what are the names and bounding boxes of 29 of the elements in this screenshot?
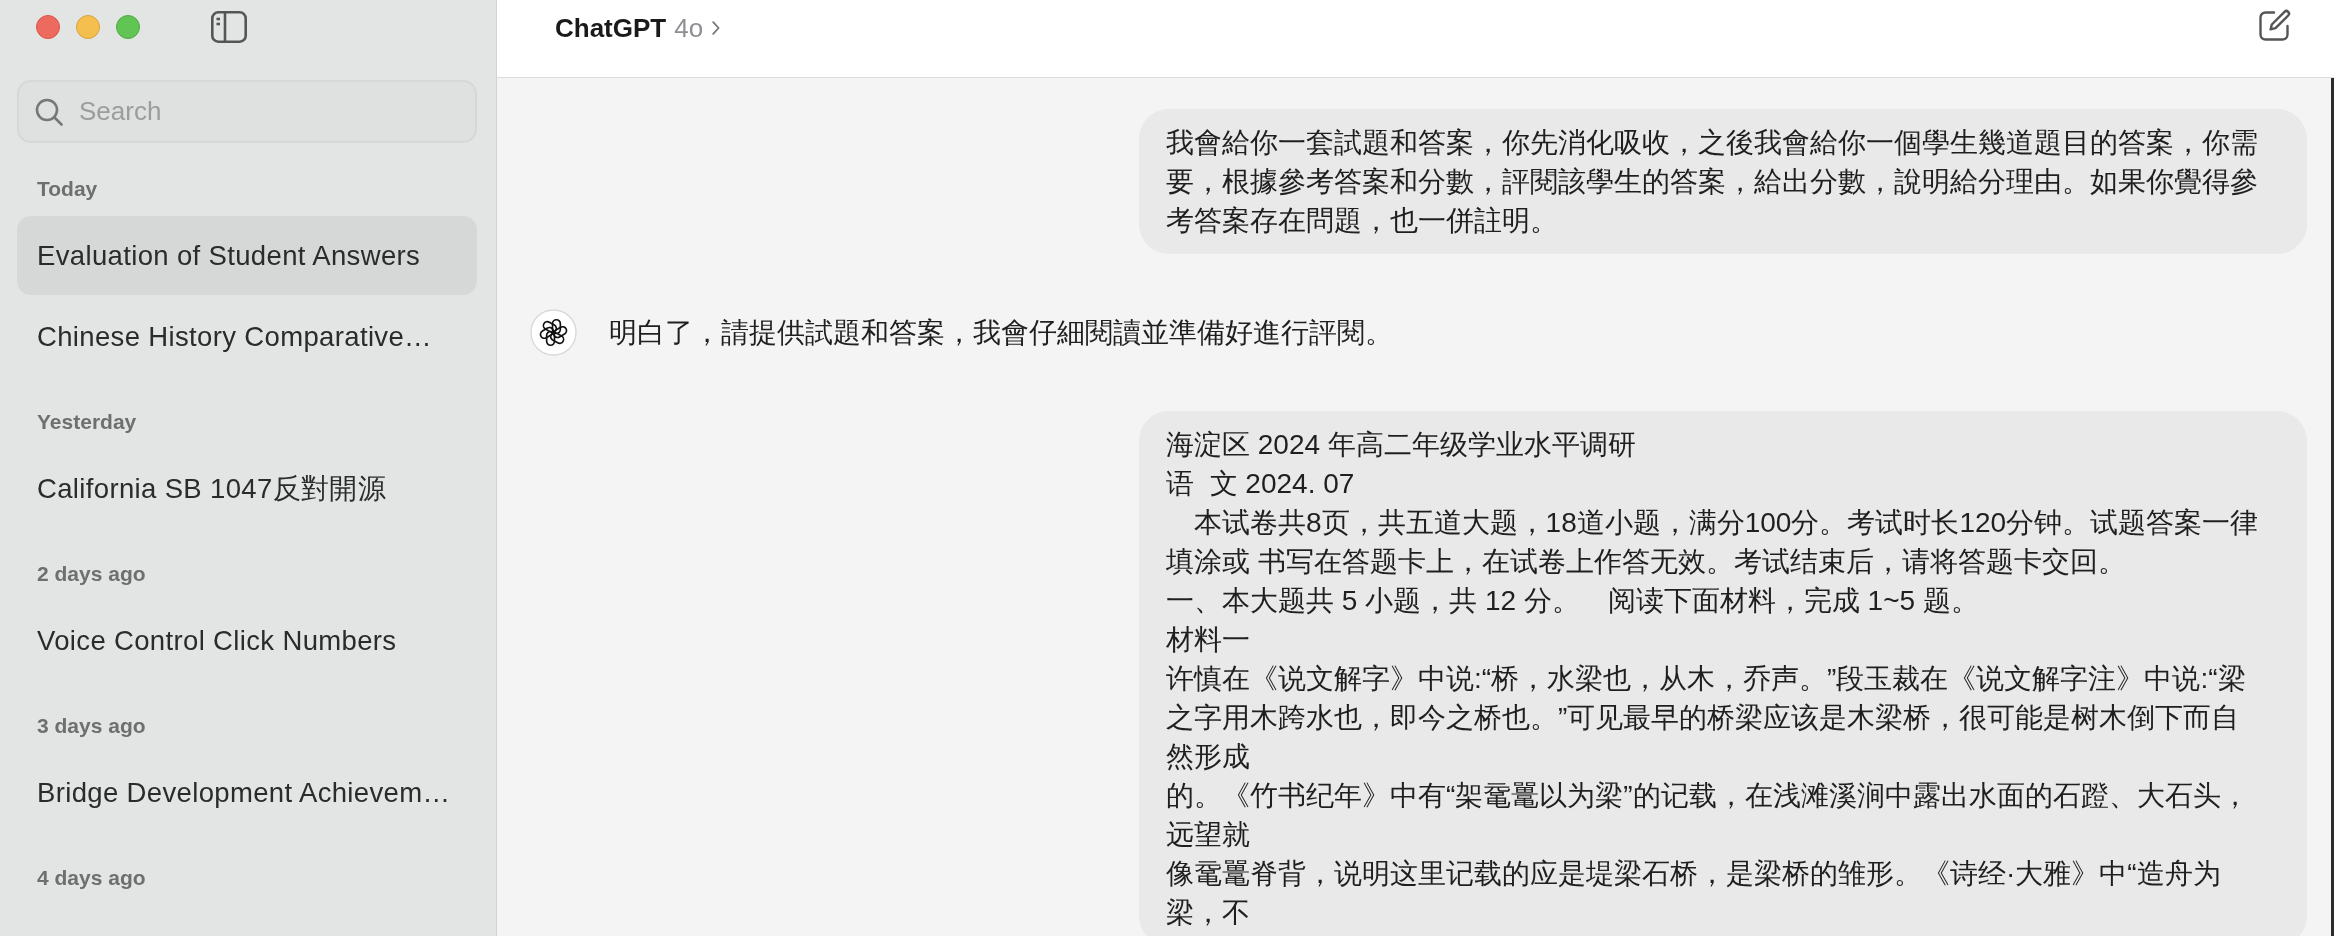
conversation-item[interactable]: Chinese History Comparative… xyxy=(17,297,477,376)
conversation-item[interactable]: California SB 1047反對開源 xyxy=(17,449,477,528)
message-text: 海淀区 2024 年高二年级学业水平调研 xyxy=(1166,428,1637,462)
section-heading: 3 days ago xyxy=(36,713,147,739)
search-icon xyxy=(35,98,63,126)
section-heading: 2 days ago xyxy=(36,561,147,587)
message-text: 材料一 xyxy=(1166,623,1251,657)
message-text: 语 文 2024. 07 xyxy=(1166,467,1356,501)
fullscreen-icon[interactable] xyxy=(116,15,140,39)
conversation-item[interactable]: Voice Control Click Numbers xyxy=(17,601,477,680)
message-text: 许慎在《说文解字》中说:“桥，水梁也，从木，乔声。”段玉裁在《说文解字注》中说:“梁 之字用木跨水也，即今之桥也。”可见最早的桥梁应该是木梁桥，很可能是树木倒下而自 然形成 xyxy=(1166,662,2247,774)
chat-title[interactable]: ChatGPT xyxy=(555,10,667,46)
message-text: 一、本大题共 5 小题，共 12 分。 阅读下面材料，完成 1~5 题。 xyxy=(1166,584,1980,618)
conversation-item[interactable]: Evaluation of Student Answers xyxy=(17,216,477,295)
sidebar-toggle-icon[interactable] xyxy=(211,11,247,43)
chevron-icon[interactable] xyxy=(712,21,721,35)
message-text: 像鼋鼍脊背，说明这里记载的应是堤梁石桥，是梁桥的雏形。《诗经·大雅》中“造舟为 梁，不 xyxy=(1166,857,2222,930)
edit-icon[interactable] xyxy=(2257,9,2291,43)
section-heading: Today xyxy=(36,176,99,202)
section-heading: Yesterday xyxy=(36,409,138,435)
close-icon[interactable] xyxy=(36,15,60,39)
knot-logo-icon xyxy=(530,309,577,356)
message-text: 的。《竹书纪年》中有“架鼋鼍以为梁”的记载，在浅滩溪涧中露出水面的石蹬、大石头， 远望就 xyxy=(1166,779,2250,852)
assistant-message-text: 明白了，請提供試題和答案，我會仔細閱讀並準備好進行評閱。 xyxy=(609,316,1393,350)
message-text: 本试卷共8页，共五道大题，18道小题，满分100分。考试时长120分钟。试题答案一律 填涂或 书写在答题卡上，在试卷上作答无效。考试结束后，请将答题卡交回。 xyxy=(1166,506,2260,579)
message-text: 我會給你一套試題和答案，你先消化吸收，之後我會給你一個學生幾道題目的答案，你需 要，根據參考答案和分數，評閱該學生的答案，給出分數，說明給分理由。如果你覺得參 考答案存在問題，也一併註明。 xyxy=(1166,126,2259,238)
conversation-item[interactable]: Bridge Development Achievem… xyxy=(17,753,477,832)
section-heading: 4 days ago xyxy=(36,865,147,891)
search-field[interactable]: Search xyxy=(17,80,477,143)
